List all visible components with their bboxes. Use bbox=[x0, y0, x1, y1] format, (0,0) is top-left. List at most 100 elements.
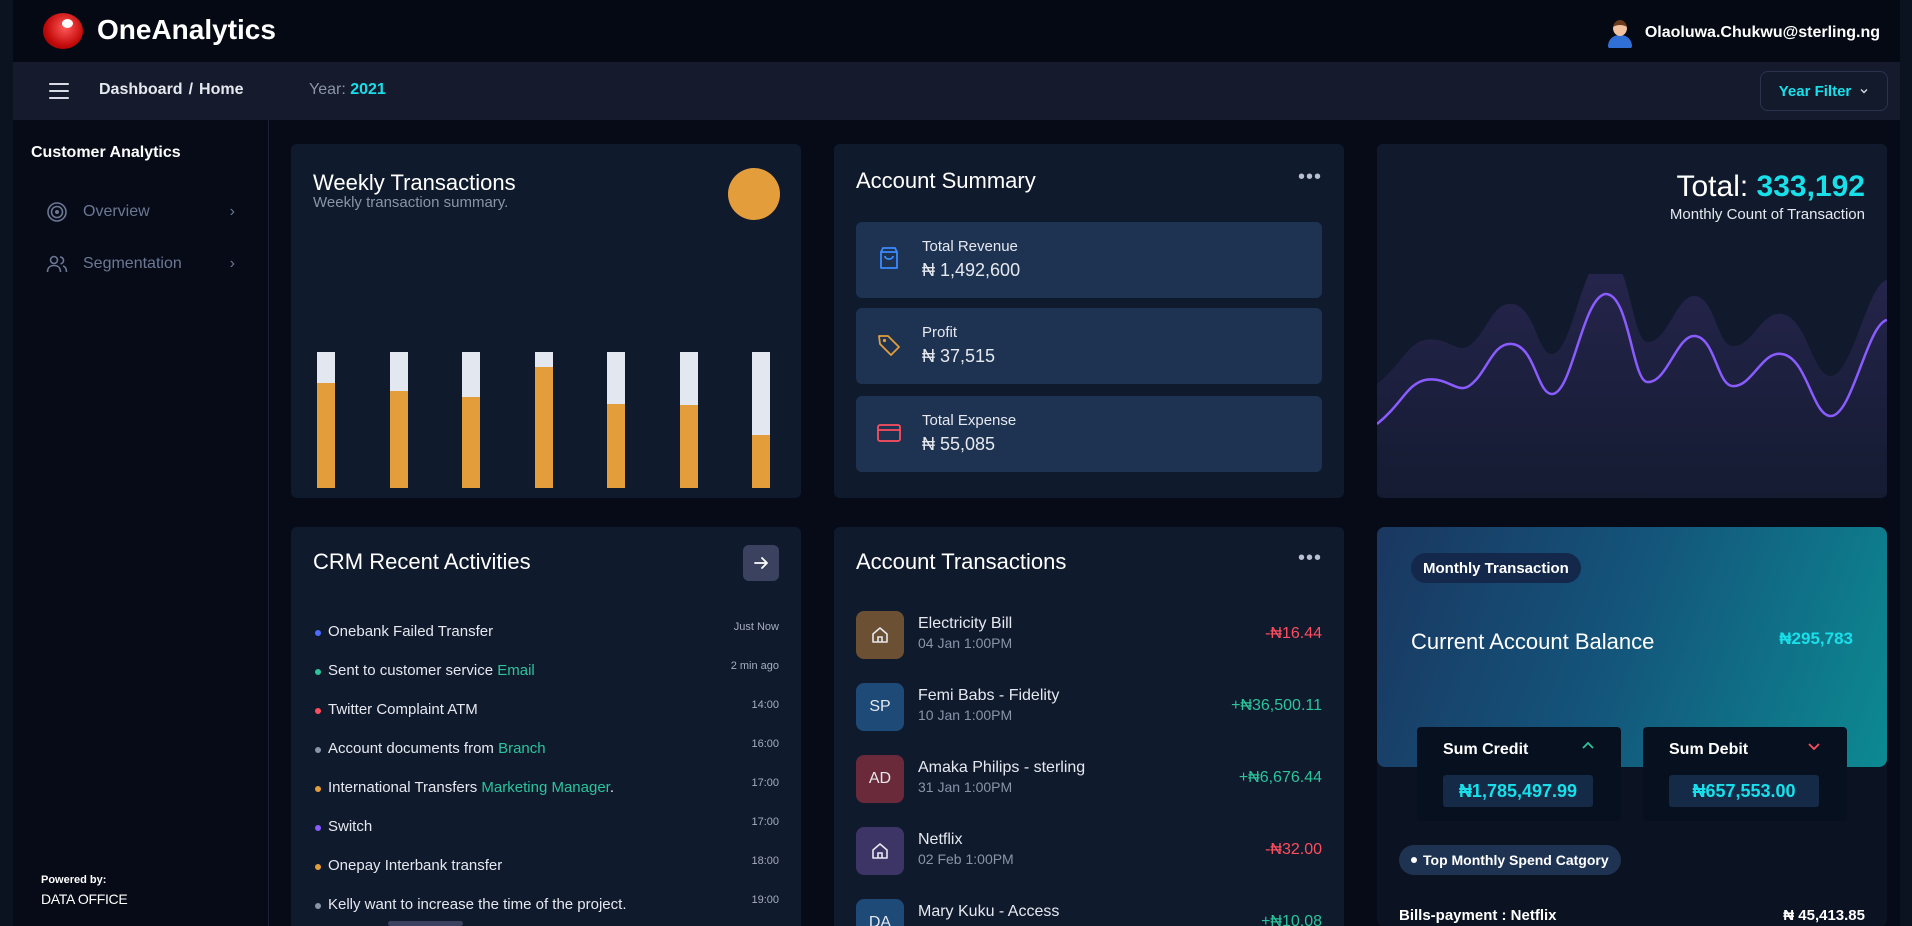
crm-activity-item[interactable]: Onepay Interbank transfer 18:00 bbox=[313, 855, 779, 885]
chevron-down-icon bbox=[1860, 89, 1868, 94]
crm-activity-item[interactable]: Sent to customer service Email 2 min ago bbox=[313, 660, 779, 690]
account-summary-card: Account Summary ••• Total Revenue ₦ 1,49… bbox=[834, 144, 1344, 498]
total-label: Total: bbox=[1676, 170, 1749, 203]
weekly-bar bbox=[389, 352, 408, 488]
weekly-bar-value bbox=[607, 403, 625, 488]
more-options-icon[interactable]: ••• bbox=[1298, 547, 1322, 570]
summary-label: Total Expense bbox=[922, 412, 1017, 429]
transaction-date: 02 Feb 1:00PM bbox=[918, 851, 1014, 867]
crm-activity-item[interactable]: Twitter Complaint ATM 14:00 bbox=[313, 699, 779, 729]
crm-activity-item[interactable]: International Transfers Marketing Manage… bbox=[313, 777, 779, 807]
weekly-bar-chart bbox=[317, 338, 777, 488]
credit-card-icon bbox=[877, 424, 901, 442]
breadcrumb-home: Home bbox=[199, 81, 244, 98]
status-dot bbox=[315, 786, 321, 792]
avatar bbox=[856, 611, 904, 659]
transaction-amount: -₦16.44 bbox=[1265, 625, 1322, 642]
sidebar: Customer Analytics Overview › Segmentati… bbox=[13, 120, 269, 926]
weekly-bar-remainder bbox=[679, 352, 698, 406]
weekly-bar-remainder bbox=[534, 352, 553, 367]
activity-time: 17:00 bbox=[751, 777, 779, 789]
weekly-bar-remainder bbox=[462, 352, 480, 397]
avatar bbox=[856, 827, 904, 875]
total-subtitle: Monthly Count of Transaction bbox=[1669, 206, 1865, 223]
activity-link[interactable]: Email bbox=[497, 662, 535, 679]
activity-text: Onepay Interbank transfer bbox=[328, 857, 503, 874]
weekly-bar-value bbox=[679, 405, 698, 488]
category-value: ₦ 45,413.85 bbox=[1783, 907, 1865, 924]
year-filter-button[interactable]: Year Filter bbox=[1760, 71, 1888, 111]
activity-time: 14:00 bbox=[751, 699, 779, 711]
transaction-row[interactable]: AD Amaka Philips - sterling 31 Jan 1:00PM +… bbox=[856, 751, 1322, 807]
transaction-row[interactable]: Electricity Bill 04 Jan 1:00PM -₦16.44 bbox=[856, 607, 1322, 663]
sidebar-item-label: Segmentation bbox=[83, 255, 182, 272]
weekly-title: Weekly Transactions bbox=[313, 170, 516, 195]
arrow-right-button[interactable] bbox=[743, 545, 779, 581]
breadcrumb: Dashboard / Home bbox=[99, 81, 243, 99]
transaction-row[interactable]: DA Mary Kuku - Access +₦10.08 bbox=[856, 895, 1322, 926]
menu-icon[interactable] bbox=[49, 83, 69, 99]
weekly-bar-remainder bbox=[607, 352, 625, 404]
activity-time: 19:00 bbox=[751, 894, 779, 906]
weekly-bar-value bbox=[752, 434, 770, 488]
year-value: 2021 bbox=[350, 81, 386, 98]
weekly-bar-value bbox=[534, 366, 553, 488]
sum-debit-label: Sum Debit bbox=[1669, 741, 1749, 758]
activity-text: Kelly want to increase the time of the p… bbox=[328, 896, 627, 913]
scrollbar-thumb[interactable] bbox=[388, 921, 463, 926]
avatar bbox=[1605, 18, 1635, 48]
target-icon bbox=[45, 200, 69, 224]
weekly-subtitle: Weekly transaction summary. bbox=[313, 194, 509, 211]
status-dot bbox=[315, 825, 321, 831]
transaction-name: Netflix bbox=[918, 831, 963, 848]
transaction-row[interactable]: SP Femi Babs - Fidelity 10 Jan 1:00PM +₦36,… bbox=[856, 679, 1322, 735]
summary-value: ₦ 55,085 bbox=[922, 434, 996, 454]
monthly-transaction-pill: Monthly Transaction bbox=[1411, 553, 1581, 583]
activity-text: International Transfers Marketing Manage… bbox=[328, 779, 614, 796]
activity-link[interactable]: Marketing Manager bbox=[481, 779, 609, 796]
crm-activity-item[interactable]: Account documents from Branch 16:00 bbox=[313, 738, 779, 768]
bullet-icon bbox=[1411, 857, 1417, 863]
activity-time: 2 min ago bbox=[730, 660, 779, 672]
transaction-date: 04 Jan 1:00PM bbox=[918, 635, 1013, 651]
summary-value: ₦ 37,515 bbox=[922, 346, 996, 366]
weekly-bar bbox=[317, 352, 335, 488]
year-indicator: Year: 2021 bbox=[309, 81, 386, 99]
transaction-amount: -₦32.00 bbox=[1265, 841, 1322, 858]
home-icon bbox=[872, 627, 888, 643]
avatar: AD bbox=[856, 755, 904, 803]
sum-debit-value: ₦657,553.00 bbox=[1669, 775, 1819, 807]
status-dot bbox=[315, 708, 321, 714]
balance-label: Current Account Balance bbox=[1411, 629, 1655, 654]
transaction-name: Amaka Philips - sterling bbox=[918, 759, 1086, 776]
summary-label: Total Revenue bbox=[922, 238, 1018, 255]
crm-activity-item[interactable]: Kelly want to increase the time of the p… bbox=[313, 894, 779, 924]
sum-credit-value: ₦1,785,497.99 bbox=[1443, 775, 1593, 807]
transactions-title: Account Transactions bbox=[856, 549, 1067, 574]
breadcrumb-separator: / bbox=[188, 81, 194, 98]
activity-time: 16:00 bbox=[751, 738, 779, 750]
avatar: DA bbox=[856, 899, 904, 926]
crm-activity-item[interactable]: Onebank Failed Transfer Just Now bbox=[313, 621, 779, 651]
transaction-row[interactable]: Netflix 02 Feb 1:00PM -₦32.00 bbox=[856, 823, 1322, 879]
transaction-amount: +₦10.08 bbox=[1261, 913, 1322, 926]
weekly-bar-value bbox=[317, 383, 335, 488]
activity-link[interactable]: Branch bbox=[498, 740, 546, 757]
user-menu[interactable]: Olaoluwa.Chukwu@sterling.ng bbox=[1605, 18, 1880, 48]
breadcrumb-dashboard[interactable]: Dashboard bbox=[99, 81, 183, 98]
transaction-amount: +₦36,500.11 bbox=[1231, 697, 1322, 714]
sum-debit-card: Sum Debit ₦657,553.00 bbox=[1643, 727, 1847, 821]
more-options-icon[interactable]: ••• bbox=[1298, 166, 1322, 189]
year-filter-label: Year Filter bbox=[1778, 82, 1852, 100]
weekly-bar-remainder bbox=[389, 352, 408, 392]
sidebar-item-overview[interactable]: Overview › bbox=[45, 196, 235, 228]
summary-title: Account Summary bbox=[856, 168, 1036, 193]
weekly-accent-badge bbox=[728, 168, 780, 220]
top-spend-category-pill: Top Monthly Spend Catgory bbox=[1399, 845, 1621, 875]
balance-card: Monthly Transaction Current Account Bala… bbox=[1377, 527, 1887, 926]
sidebar-item-segmentation[interactable]: Segmentation › bbox=[45, 248, 235, 280]
crm-activity-item[interactable]: Switch 17:00 bbox=[313, 816, 779, 846]
monthly-area-chart bbox=[1377, 274, 1887, 498]
powered-by-label: Powered by: bbox=[41, 874, 107, 886]
shopping-bag-icon bbox=[880, 247, 898, 269]
